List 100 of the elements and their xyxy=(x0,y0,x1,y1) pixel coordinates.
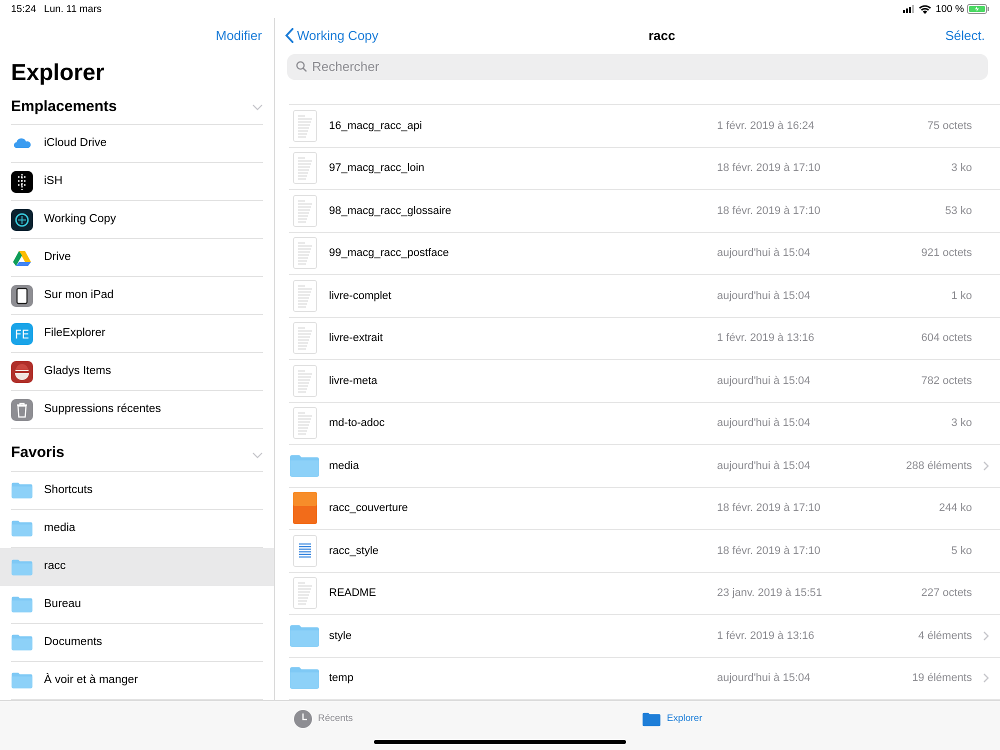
tab[interactable]: Explorer xyxy=(642,712,702,726)
folder-icon xyxy=(11,520,33,537)
file-name: 98_macg_racc_glossaire xyxy=(329,204,452,218)
chevron-icon[interactable] xyxy=(252,452,263,459)
file-size: 75 octets xyxy=(926,118,972,134)
folder-icon xyxy=(289,666,320,690)
sidebar-item[interactable]: Gladys Items xyxy=(0,353,274,391)
file-size: 1 ko xyxy=(950,288,972,304)
app-icon: FE xyxy=(11,322,33,344)
file-row[interactable]: racc_style 18 févr. 2019 à 17:10 5 ko xyxy=(289,530,1000,572)
file-name: style xyxy=(329,628,353,644)
sidebar-item[interactable]: Sur mon iPad xyxy=(0,277,274,315)
file-row[interactable]: 97_macg_racc_loin 18 févr. 2019 à 17:10 3 ko xyxy=(289,148,1000,190)
chevron-icon xyxy=(983,673,989,684)
file-date: 18 févr. 2019 à 17:10 xyxy=(717,544,822,558)
document-thumbnail xyxy=(293,237,317,270)
clock-icon xyxy=(294,710,312,728)
file-name: media xyxy=(329,458,360,474)
file-size: 782 octets xyxy=(920,374,972,388)
file-name: 99_macg_racc_postface xyxy=(329,246,450,261)
file-date: 18 févr. 2019 à 17:10 xyxy=(717,501,822,516)
file-date: aujourd'hui à 15:04 xyxy=(717,458,812,474)
chevron-icon xyxy=(983,630,989,641)
status-date: Lun. 11 mars xyxy=(44,2,102,16)
file-row[interactable]: 16_macg_racc_api 1 févr. 2019 à 16:24 75 octets xyxy=(289,105,1000,148)
terminal-app-icon xyxy=(11,170,33,192)
file-size: 19 éléments xyxy=(911,671,972,686)
battery-percentage: 100 % xyxy=(936,2,964,16)
folder-icon xyxy=(11,634,33,651)
file-row[interactable]: style 1 févr. 2019 à 13:16 4 éléments xyxy=(289,615,1000,658)
search-icon xyxy=(296,61,307,72)
file-name: racc_style xyxy=(329,544,380,558)
file-row[interactable]: livre-extrait 1 févr. 2019 à 13:16 604 octets xyxy=(289,318,1000,360)
sidebar-item[interactable]: Suppressions récentes xyxy=(0,391,274,429)
file-size: 4 éléments xyxy=(917,628,972,644)
sidebar-title: Explorer xyxy=(11,58,104,87)
document-thumbnail xyxy=(293,364,317,397)
file-name: racc_couverture xyxy=(329,501,409,516)
file-date: 18 févr. 2019 à 17:10 xyxy=(717,161,822,176)
app-icon xyxy=(11,360,33,382)
folder-icon xyxy=(289,454,320,478)
sidebar-item[interactable]: racc xyxy=(0,548,274,586)
folder-icon xyxy=(11,482,33,499)
sidebar-item[interactable]: Drive xyxy=(0,239,274,277)
file-size: 227 octets xyxy=(920,586,972,601)
file-date: 23 janv. 2019 à 15:51 xyxy=(717,586,823,601)
image-thumbnail xyxy=(293,492,317,524)
search-field[interactable]: Rechercher xyxy=(287,54,988,80)
sidebar-item[interactable]: FE FileExplorer xyxy=(0,315,274,353)
document-thumbnail xyxy=(293,194,317,227)
file-date: aujourd'hui à 15:04 xyxy=(717,671,812,686)
file-name: md-to-adoc xyxy=(329,416,386,431)
battery-icon xyxy=(967,4,989,14)
file-date: aujourd'hui à 15:04 xyxy=(717,416,812,431)
status-time: 15:24 xyxy=(11,2,36,16)
folder-icon xyxy=(11,672,33,689)
file-name: 16_macg_racc_api xyxy=(329,118,423,134)
folder-title: racc xyxy=(648,26,676,45)
file-size: 3 ko xyxy=(950,161,972,176)
file-date: 1 févr. 2019 à 13:16 xyxy=(717,331,816,346)
sidebar-item[interactable]: Documents xyxy=(0,624,274,662)
file-row[interactable]: README 23 janv. 2019 à 15:51 227 octets xyxy=(289,572,1000,615)
back-chevron-icon xyxy=(285,28,294,43)
file-row[interactable]: 99_macg_racc_postface aujourd'hui à 15:04 921 octets xyxy=(289,232,1000,275)
folder-icon xyxy=(11,596,33,613)
sidebar-item[interactable]: iSH xyxy=(0,163,274,201)
document-thumbnail xyxy=(293,152,317,184)
file-date: 1 févr. 2019 à 13:16 xyxy=(717,628,816,644)
edit-button[interactable]: Modifier xyxy=(216,26,262,46)
file-size: 288 éléments xyxy=(904,458,972,474)
folder-icon xyxy=(289,624,320,648)
file-row[interactable]: livre-meta aujourd'hui à 15:04 782 octets xyxy=(289,360,1000,402)
sidebar-item[interactable]: iCloud Drive xyxy=(0,125,274,163)
file-name: livre-extrait xyxy=(329,331,384,346)
file-date: 18 févr. 2019 à 17:10 xyxy=(717,204,822,218)
file-row[interactable]: racc_couverture 18 févr. 2019 à 17:10 244 ko xyxy=(289,488,1000,530)
file-row[interactable]: md-to-adoc aujourd'hui à 15:04 3 ko xyxy=(289,402,1000,445)
sidebar-item[interactable]: Working Copy xyxy=(0,201,274,239)
file-size: 3 ko xyxy=(950,416,972,431)
section-header: Emplacements xyxy=(11,96,117,117)
wifi-icon xyxy=(918,4,931,14)
sidebar-item[interactable]: Shortcuts xyxy=(0,472,274,510)
file-size: 604 octets xyxy=(920,331,972,346)
back-button[interactable]: Working Copy xyxy=(285,26,378,46)
file-row[interactable]: media aujourd'hui à 15:04 288 éléments xyxy=(289,445,1000,488)
file-name: livre-meta xyxy=(329,374,378,388)
file-date: aujourd'hui à 15:04 xyxy=(717,374,812,388)
file-size: 53 ko xyxy=(944,204,972,218)
app-icon xyxy=(11,208,33,230)
file-date: aujourd'hui à 15:04 xyxy=(717,246,812,261)
file-row[interactable]: livre-complet aujourd'hui à 15:04 1 ko xyxy=(289,275,1000,318)
sidebar-item[interactable]: Bureau xyxy=(0,586,274,624)
select-button[interactable]: Sélect. xyxy=(945,26,990,46)
text-document-icon xyxy=(293,534,317,567)
file-name: temp xyxy=(329,671,354,686)
section-header: Favoris xyxy=(11,442,64,462)
file-size: 5 ko xyxy=(950,544,972,558)
file-row[interactable]: 98_macg_racc_glossaire 18 févr. 2019 à 17:10 53 ko xyxy=(289,190,1000,232)
chevron-icon[interactable] xyxy=(252,104,263,110)
document-thumbnail xyxy=(293,322,317,354)
